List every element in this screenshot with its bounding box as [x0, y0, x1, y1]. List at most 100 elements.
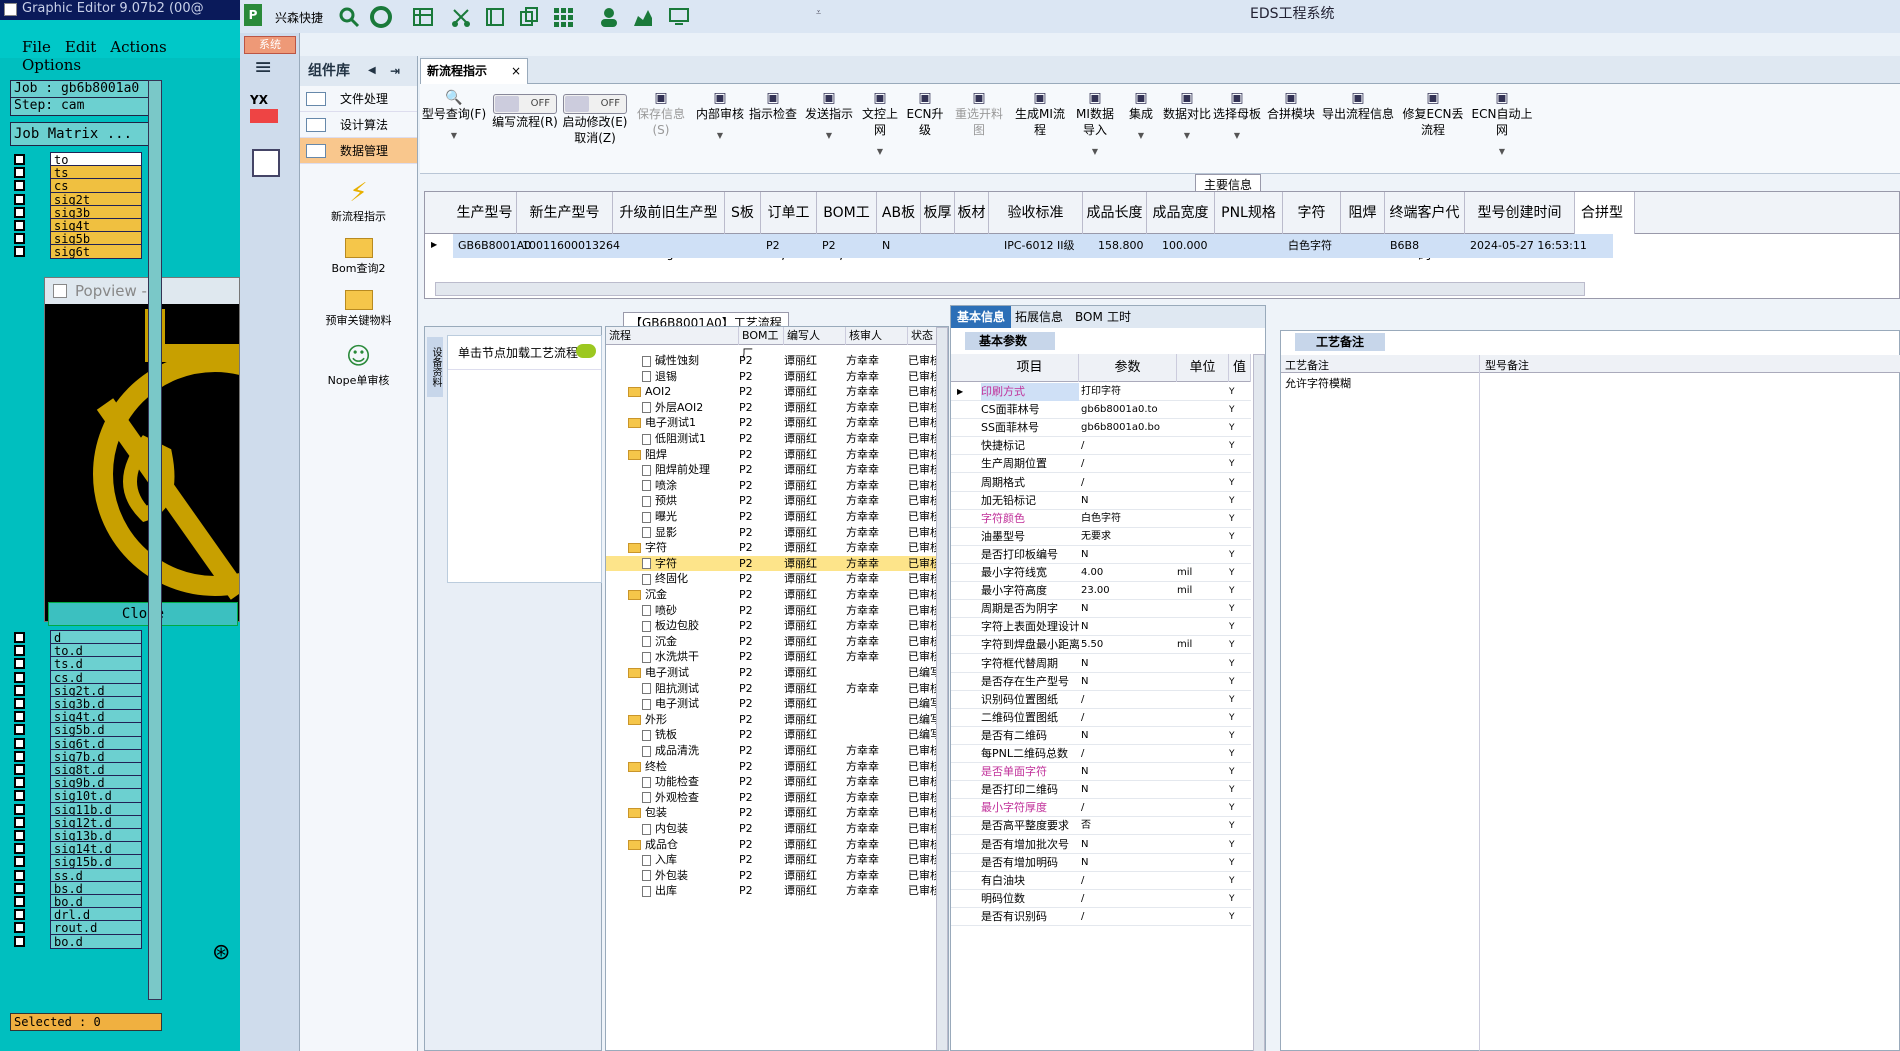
tree-node-name[interactable]: 沉金 — [642, 634, 677, 649]
property-row[interactable]: 加无铅标记 N Y — [951, 492, 1251, 510]
tree-folder-row[interactable]: 终检 P2 谭丽红 方幸幸 已审核 — [606, 759, 948, 775]
layer-checkbox[interactable] — [14, 935, 25, 947]
grid-cell[interactable]: P2 — [763, 236, 780, 256]
pin-icon[interactable]: ⇥ — [390, 56, 400, 86]
layer-checkbox[interactable] — [14, 180, 25, 192]
tree-item-row[interactable]: 出库 P2 谭丽红 方幸幸 已审核 — [606, 883, 948, 899]
tree-folder-row[interactable]: 包装 P2 谭丽红 方幸幸 已审核 — [606, 805, 948, 821]
toolbar-button[interactable]: ▣ 生成MI流程 — [1010, 86, 1070, 138]
tree-item-row[interactable]: 退锡 P2 谭丽红 方幸幸 已审核 — [606, 369, 948, 385]
property-value[interactable]: N — [1079, 618, 1177, 636]
grid-col-header[interactable]: 生产型号 — [453, 192, 517, 234]
tree-node-name[interactable]: 包装 — [628, 805, 667, 820]
dropdown-arrow-icon[interactable]: ▼ — [1120, 128, 1162, 144]
grid-col-header[interactable]: 板材 — [955, 192, 989, 234]
tree-node-name[interactable]: 外层AOI2 — [642, 400, 703, 415]
toolbar-button[interactable]: ▣ 内部审核 ▼ — [695, 86, 745, 144]
property-row[interactable]: 是否有增加明码 N Y — [951, 854, 1251, 872]
user-icon[interactable] — [598, 6, 620, 28]
tree-node-name[interactable]: 内包装 — [642, 821, 688, 836]
tree-node-name[interactable]: 阻焊前处理 — [642, 462, 710, 477]
property-row[interactable]: 油墨型号 无要求 Y — [951, 528, 1251, 546]
grid-cell[interactable]: 白色字符 — [1285, 236, 1332, 256]
tree-folder-row[interactable]: AOI2 P2 谭丽红 方幸幸 已审核 — [606, 384, 948, 400]
property-value[interactable]: gb6b8001a0.to — [1079, 401, 1177, 419]
tree-item-row[interactable]: 终固化 P2 谭丽红 方幸幸 已审核 — [606, 571, 948, 587]
property-row[interactable]: 周期格式 / Y — [951, 474, 1251, 492]
tree-item-row[interactable]: 水洗烘干 P2 谭丽红 方幸幸 已审核 — [606, 649, 948, 665]
tree-node-name[interactable]: 终固化 — [642, 571, 688, 586]
comp-item-data-management[interactable]: 数据管理 — [300, 138, 417, 164]
layer-checkbox[interactable] — [14, 882, 25, 894]
tree-node-name[interactable]: 字符 — [642, 556, 677, 571]
toggle-switch[interactable]: OFF — [493, 94, 557, 114]
grid-col-header[interactable]: 终端客户代码 — [1385, 192, 1465, 263]
tree-node-name[interactable]: 出库 — [642, 883, 677, 898]
tree-item-row[interactable]: 入库 P2 谭丽红 方幸幸 已审核 — [606, 852, 948, 868]
tree-node-name[interactable]: 板边包胶 — [642, 618, 699, 633]
toolbar-button[interactable]: OFF 启动修改(E) 取消(Z) — [560, 86, 630, 146]
menu-actions[interactable]: Actions — [110, 38, 166, 56]
property-row[interactable]: 快捷标记 / Y — [951, 437, 1251, 456]
scissors-icon[interactable] — [450, 6, 472, 28]
calculator-icon[interactable] — [252, 149, 280, 177]
layer-checkbox[interactable] — [14, 922, 25, 934]
tree-item-row[interactable]: 铣板 P2 谭丽红 已编写 — [606, 727, 948, 743]
grid-col-header[interactable]: 升级前旧生产型号 — [613, 192, 725, 263]
tree-node-name[interactable]: 喷砂 — [642, 603, 677, 618]
property-value[interactable]: / — [1079, 872, 1177, 890]
menu-file[interactable]: File — [22, 38, 51, 56]
tree-item-row[interactable]: 板边包胶 P2 谭丽红 方幸幸 已审核 — [606, 618, 948, 634]
dropdown-arrow-icon[interactable]: ▼ — [860, 144, 900, 160]
tree-col-header[interactable]: 核审人 — [846, 327, 908, 345]
property-col-header[interactable]: 项目 — [981, 354, 1079, 382]
lifebuoy-icon[interactable] — [370, 6, 392, 28]
tree-node-name[interactable]: 电子测试 — [628, 665, 689, 680]
layer-checkbox[interactable] — [14, 154, 25, 165]
layer-checkbox[interactable] — [14, 737, 25, 749]
layer-checkbox[interactable] — [14, 803, 25, 815]
tree-node-name[interactable]: 外形 — [628, 712, 667, 727]
property-row[interactable]: 是否高平整度要求否 Y — [951, 817, 1251, 836]
tree-item-row[interactable]: 预烘 P2 谭丽红 方幸幸 已审核 — [606, 493, 948, 509]
property-row[interactable]: 是否有识别码 / Y — [951, 908, 1251, 926]
layer-name[interactable]: bo.d — [50, 933, 142, 949]
grid-col-header[interactable]: 阻焊 — [1341, 192, 1385, 234]
tree-node-name[interactable]: 铣板 — [642, 727, 677, 742]
layer-name[interactable]: sig6t — [50, 244, 142, 260]
menu-edit[interactable]: Edit — [65, 38, 96, 56]
property-row[interactable]: SS面菲林号 gb6b8001a0.bo Y — [951, 419, 1251, 438]
base-params-tab[interactable]: 基本参数 — [965, 332, 1055, 350]
nav-nope-review[interactable]: ☺ Nope单审核 — [300, 342, 417, 388]
tree-item-row[interactable]: 成品清洗 P2 谭丽红 方幸幸 已审核 — [606, 743, 948, 759]
nav-bom-query[interactable]: Bom查询2 — [300, 238, 417, 276]
chart-icon[interactable] — [632, 6, 654, 28]
tree-col-header[interactable]: 流程 — [606, 327, 739, 345]
grid-col-header[interactable]: BOM工厂 — [817, 192, 877, 263]
layer-checkbox[interactable] — [14, 816, 25, 828]
tree-folder-row[interactable]: 阻焊 P2 谭丽红 方幸幸 已审核 — [606, 447, 948, 463]
tree-item-row[interactable]: 外层AOI2 P2 谭丽红 方幸幸 已审核 — [606, 400, 948, 416]
comp-item-file[interactable]: 文件处理 — [300, 86, 417, 112]
note-tab[interactable]: 工艺备注 — [1295, 333, 1385, 351]
property-row[interactable]: 每PNL二维码总数 / Y — [951, 745, 1251, 764]
property-row[interactable]: 二维码位置图纸 / Y — [951, 709, 1251, 727]
grid-col-header[interactable]: 订单工厂 — [761, 192, 817, 263]
layer-checkbox[interactable] — [14, 896, 25, 907]
property-value[interactable]: N — [1079, 655, 1177, 673]
property-value[interactable]: 否 — [1079, 817, 1177, 835]
tree-folder-row[interactable]: 电子测试1 P2 谭丽红 方幸幸 已审核 — [606, 415, 948, 431]
tree-item-row[interactable]: 内包装 P2 谭丽红 方幸幸 已审核 — [606, 821, 948, 837]
close-tab-icon[interactable]: × — [511, 59, 521, 83]
toolbar-button[interactable]: ▣ MI数据导入 ▼ — [1072, 86, 1118, 160]
tree-node-name[interactable]: 阻抗测试 — [642, 681, 699, 696]
dropdown-arrow-icon[interactable]: ▼ — [1470, 144, 1534, 160]
layer-checkbox[interactable] — [14, 220, 25, 231]
property-row[interactable]: 是否打印板编号 N Y — [951, 546, 1251, 564]
tree-vertical-scrollbar[interactable] — [936, 327, 948, 1050]
toolbar-button[interactable]: ▣ 合拼模块 — [1265, 86, 1317, 122]
table-icon[interactable] — [412, 6, 434, 28]
property-row[interactable]: 字符上表面处理设计 N Y — [951, 618, 1251, 637]
toolbar-button[interactable]: 🔍 型号查询(F) ▼ — [420, 86, 488, 144]
tree-col-header[interactable]: BOM工厂 — [739, 327, 784, 360]
